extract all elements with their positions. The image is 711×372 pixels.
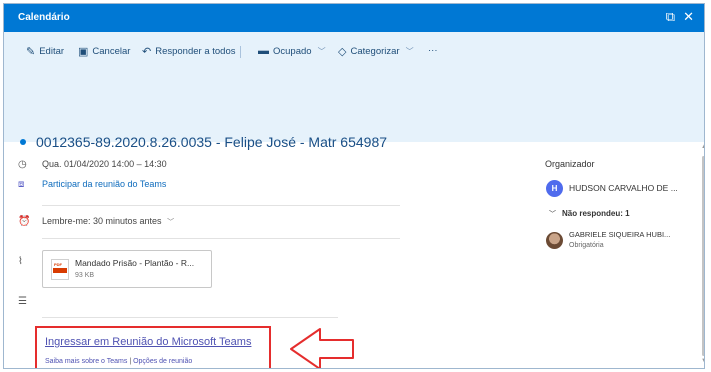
teams-sublinks: Saiba mais sobre o Teams | Opções de reu…: [45, 358, 192, 365]
chevron-down-icon: ﹀: [167, 219, 175, 226]
show-as-dropdown[interactable]: ▬ Ocupado ﹀: [258, 45, 326, 57]
subject-row: 0012365-89.2020.8.26.0035 - Felipe José …: [20, 134, 387, 150]
chevron-down-icon: ﹀: [549, 211, 556, 218]
title-bar: Calendário ⧉ ✕: [4, 4, 704, 32]
learn-more-link[interactable]: Saiba mais sobre o Teams: [45, 358, 127, 365]
attachment-size: 93 KB: [75, 272, 95, 279]
paperclip-icon: ⌇: [18, 256, 23, 267]
divider: [42, 317, 338, 318]
busy-label: Ocupado: [273, 45, 312, 57]
attendee-role: Obrigatória: [569, 242, 604, 249]
teams-highlight-box: Ingressar em Reunião do Microsoft Teams …: [35, 326, 271, 368]
edit-label: Editar: [39, 46, 65, 57]
calendar-cancel-icon: ▣: [78, 46, 89, 58]
toolbar-separator: [240, 46, 241, 58]
reply-all-button[interactable]: ↶ Responder a todos: [142, 45, 236, 58]
busy-status-icon: ▬: [258, 45, 269, 57]
event-datetime: Qua. 01/04/2020 14:00 – 14:30: [42, 159, 167, 169]
teams-icon: ⧈: [18, 179, 25, 190]
teams-join-link[interactable]: Participar da reunião do Teams: [42, 179, 166, 189]
more-actions-button[interactable]: ···: [428, 45, 438, 56]
alarm-icon: ⏰: [18, 216, 31, 227]
divider: [42, 238, 400, 239]
no-response-toggle[interactable]: ﹀ Não respondeu: 1: [549, 209, 630, 219]
clock-icon: ◷: [18, 159, 27, 170]
cancel-button[interactable]: ▣ Cancelar: [78, 45, 130, 58]
separator-text: |: [129, 358, 132, 365]
reply-all-label: Responder a todos: [155, 46, 236, 57]
attendee-name[interactable]: GABRIELE SIQUEIRA HUBI...: [569, 230, 670, 239]
chevron-down-icon: ﹀: [405, 47, 414, 56]
scroll-down-icon[interactable]: ▼: [701, 358, 704, 364]
reminder-label: Lembre-me: 30 minutos antes: [42, 216, 162, 226]
close-icon[interactable]: ✕: [683, 9, 694, 25]
attachment-name: Mandado Prisão - Plantão - R...: [75, 258, 195, 268]
pencil-icon: ✎: [26, 46, 36, 58]
reply-all-icon: ↶: [142, 46, 152, 58]
organizer-name[interactable]: HUDSON CARVALHO DE ...: [569, 183, 678, 193]
pdf-file-icon: PDF: [51, 259, 69, 280]
divider: [42, 205, 400, 206]
avatar[interactable]: [546, 232, 563, 249]
category-dot: [20, 139, 26, 145]
scroll-thumb[interactable]: [702, 156, 704, 356]
popout-icon[interactable]: ⧉: [666, 9, 675, 25]
avatar[interactable]: H: [546, 180, 563, 197]
no-response-label: Não respondeu: 1: [562, 209, 630, 218]
scroll-up-icon[interactable]: ▲: [701, 144, 704, 150]
window-controls: ⧉ ✕: [666, 9, 694, 25]
organizer-heading: Organizador: [545, 159, 595, 169]
reminder-dropdown[interactable]: Lembre-me: 30 minutos antes ﹀: [42, 216, 174, 227]
more-icon: ···: [428, 45, 438, 56]
categorize-dropdown[interactable]: ◇ Categorizar ﹀: [338, 45, 414, 58]
meeting-options-link[interactable]: Opções de reunião: [133, 358, 192, 365]
arrow-annotation: [290, 328, 354, 368]
tag-icon: ◇: [338, 46, 347, 58]
event-window: Calendário ⧉ ✕ ✎ Editar ▣ Cancelar ↶ Res…: [3, 3, 705, 369]
chevron-down-icon: ﹀: [317, 46, 326, 56]
window-title: Calendário: [18, 12, 70, 23]
categorize-label: Categorizar: [350, 46, 400, 57]
edit-button[interactable]: ✎ Editar: [26, 45, 64, 58]
command-bar: ✎ Editar ▣ Cancelar ↶ Responder a todos …: [4, 32, 704, 150]
cancel-label: Cancelar: [92, 46, 131, 57]
attachment-card[interactable]: PDF Mandado Prisão - Plantão - R... 93 K…: [42, 250, 212, 288]
notes-icon: ☰: [18, 296, 27, 307]
scrollbar[interactable]: ▲ ▼: [701, 144, 704, 366]
event-subject: 0012365-89.2020.8.26.0035 - Felipe José …: [36, 134, 388, 150]
join-teams-meeting-link[interactable]: Ingressar em Reunião do Microsoft Teams: [45, 336, 251, 348]
